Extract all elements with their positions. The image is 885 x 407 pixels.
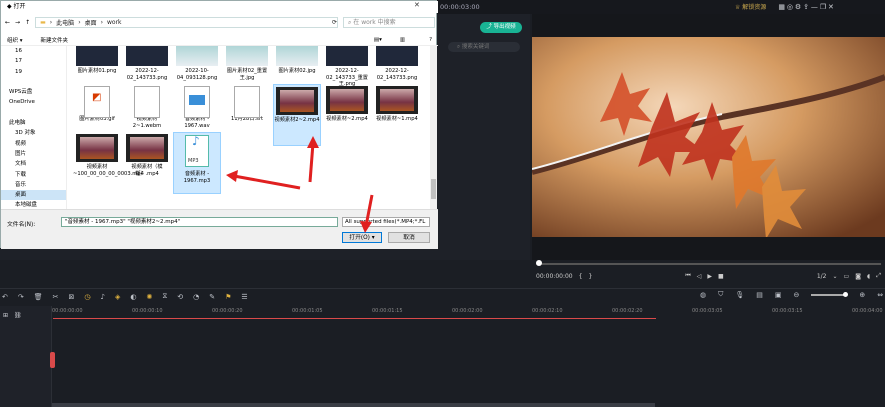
annotation-arrows [226,136,374,233]
